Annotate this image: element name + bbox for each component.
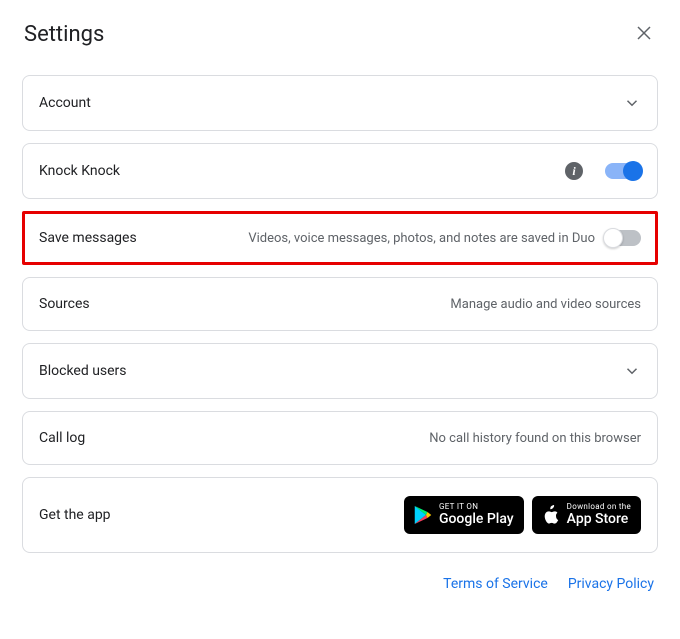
- info-icon[interactable]: i: [565, 162, 583, 180]
- save-messages-desc: Videos, voice messages, photos, and note…: [137, 231, 605, 246]
- sources-row[interactable]: Sources Manage audio and video sources: [22, 277, 658, 331]
- privacy-link[interactable]: Privacy Policy: [568, 576, 654, 592]
- close-button[interactable]: [632, 23, 656, 47]
- knock-knock-row: Knock Knock i: [22, 143, 658, 199]
- apple-bottom-text: App Store: [567, 512, 631, 527]
- google-play-icon: [414, 505, 432, 525]
- settings-header: Settings: [22, 22, 658, 47]
- page-title: Settings: [24, 22, 104, 47]
- app-store-button[interactable]: Download on the App Store: [532, 496, 641, 534]
- get-the-app-row: Get the app GET IT ON Google Play: [22, 477, 658, 553]
- account-label: Account: [39, 95, 91, 111]
- knock-knock-toggle[interactable]: [605, 163, 641, 179]
- blocked-users-label: Blocked users: [39, 363, 127, 379]
- knock-knock-label: Knock Knock: [39, 163, 120, 179]
- account-row[interactable]: Account: [22, 75, 658, 131]
- google-play-button[interactable]: GET IT ON Google Play: [404, 496, 524, 534]
- save-messages-label: Save messages: [39, 230, 137, 246]
- toggle-knob: [623, 161, 643, 181]
- chevron-down-icon: [623, 362, 641, 380]
- call-log-row: Call log No call history found on this b…: [22, 411, 658, 465]
- save-messages-toggle[interactable]: [605, 230, 641, 246]
- close-icon: [635, 24, 653, 46]
- call-log-label: Call log: [39, 430, 85, 446]
- get-the-app-label: Get the app: [39, 507, 111, 523]
- sources-desc: Manage audio and video sources: [450, 297, 641, 312]
- footer-links: Terms of Service Privacy Policy: [22, 565, 658, 592]
- call-log-desc: No call history found on this browser: [429, 431, 641, 446]
- save-messages-row: Save messages Videos, voice messages, ph…: [22, 211, 658, 265]
- chevron-down-icon: [623, 94, 641, 112]
- terms-link[interactable]: Terms of Service: [443, 576, 548, 592]
- sources-label: Sources: [39, 296, 90, 312]
- toggle-knob: [603, 228, 623, 248]
- google-bottom-text: Google Play: [439, 512, 514, 527]
- apple-icon: [542, 505, 560, 525]
- blocked-users-row[interactable]: Blocked users: [22, 343, 658, 399]
